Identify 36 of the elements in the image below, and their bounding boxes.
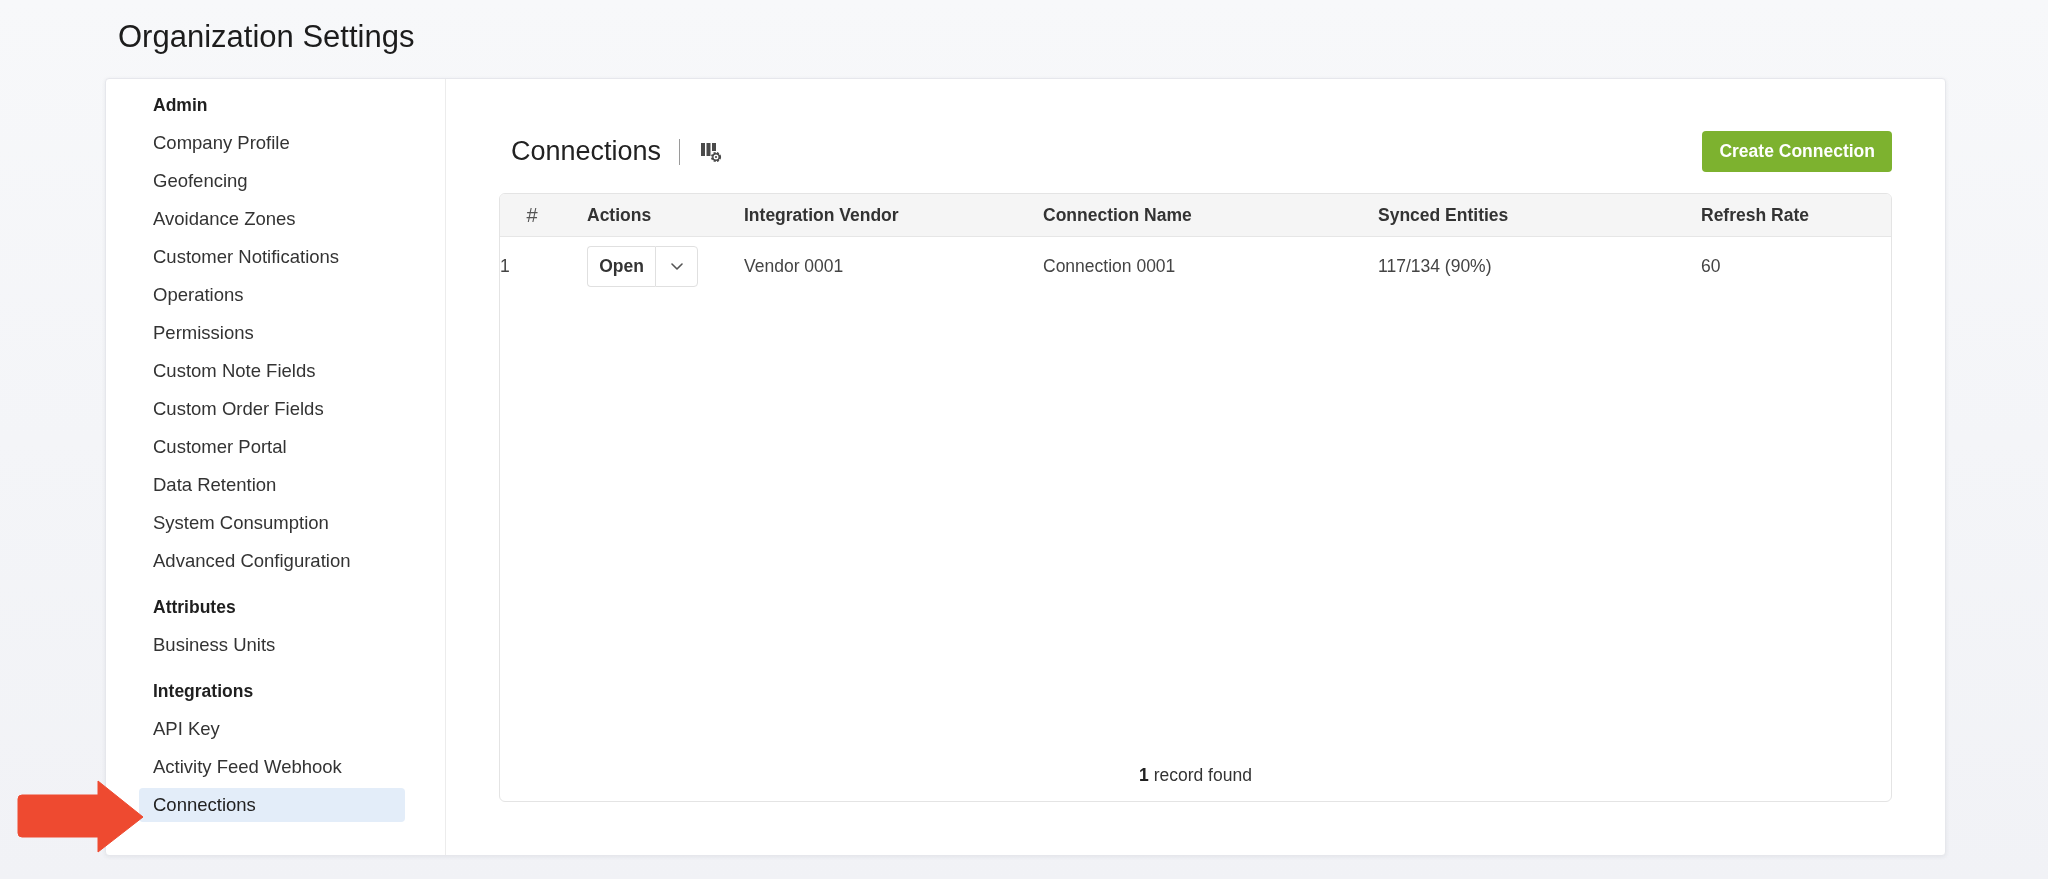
table-cell: Vendor 0001 xyxy=(744,256,844,277)
column-header: Integration Vendor xyxy=(744,204,899,226)
page-title: Organization Settings xyxy=(118,19,415,55)
sidebar-item[interactable]: Avoidance Zones xyxy=(139,202,405,236)
sidebar-section-heading: Admin xyxy=(152,94,209,117)
sidebar-item[interactable]: Company Profile xyxy=(139,126,405,160)
row-number: 1 xyxy=(500,256,510,277)
sidebar-section-heading: Attributes xyxy=(152,596,237,619)
column-header: Synced Entities xyxy=(1378,204,1509,226)
section-title: Connections xyxy=(511,136,662,167)
sidebar-item[interactable]: Operations xyxy=(139,278,405,312)
sidebar-item[interactable]: Geofencing xyxy=(139,164,405,198)
column-header: Actions xyxy=(587,204,652,226)
sidebar-item[interactable]: Customer Portal xyxy=(139,430,405,464)
sidebar-item[interactable]: Permissions xyxy=(139,316,405,350)
sidebar-item[interactable]: Custom Order Fields xyxy=(139,392,405,426)
open-button[interactable]: Open xyxy=(587,246,655,287)
column-header: Refresh Rate xyxy=(1701,204,1809,226)
column-header: # xyxy=(526,203,538,227)
record-count-text: 1 record found xyxy=(1139,764,1252,786)
sidebar-item[interactable]: API Key xyxy=(139,712,405,746)
chevron-down-icon xyxy=(670,263,683,270)
sidebar-item[interactable]: Custom Note Fields xyxy=(139,354,405,388)
table-cell: 117/134 (90%) xyxy=(1378,256,1492,277)
sidebar-item[interactable]: Connections xyxy=(139,788,405,822)
column-settings-icon[interactable] xyxy=(700,140,723,163)
sidebar-section-heading: Integrations xyxy=(152,680,255,703)
table-cell: Connection 0001 xyxy=(1043,256,1176,277)
sidebar-item[interactable]: Business Units xyxy=(139,628,405,662)
sidebar-item[interactable]: Advanced Configuration xyxy=(139,544,405,578)
sidebar-item[interactable]: System Consumption xyxy=(139,506,405,540)
table-cell: 60 xyxy=(1701,256,1721,277)
sidebar-item[interactable]: Activity Feed Webhook xyxy=(139,750,405,784)
sidebar-item[interactable]: Customer Notifications xyxy=(139,240,405,274)
column-header: Connection Name xyxy=(1043,204,1192,226)
sidebar-item[interactable]: Data Retention xyxy=(139,468,405,502)
